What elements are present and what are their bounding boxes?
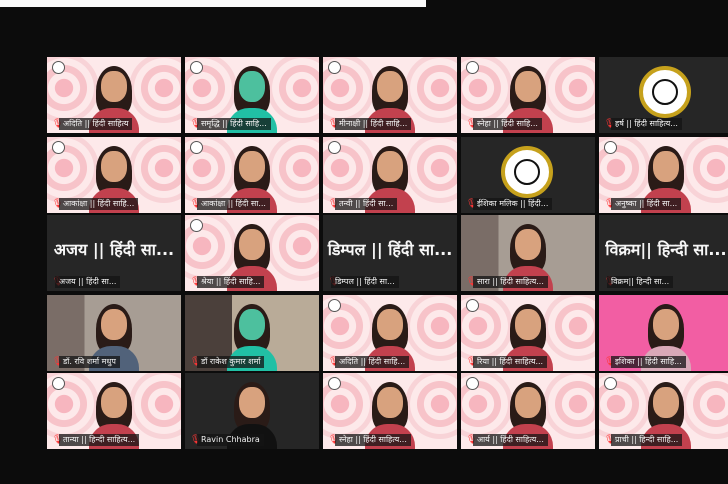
participant-tile[interactable]: 🎙 स्नेहा || हिंदी साहि...	[461, 57, 595, 133]
red-muted-mic-icon: 🎙	[466, 277, 478, 287]
participant-tile[interactable]: 🎙 सारा || हिंदी साहित्य...	[461, 215, 595, 291]
participant-tile[interactable]: 🎙 आकांक्षा || हिंदी सा...	[185, 137, 319, 213]
participant-name-label: श्रेया || हिंदी साहि...	[197, 276, 265, 288]
participant-tile[interactable]: 🎙 आकांक्षा || हिंदी साहि...	[47, 137, 181, 213]
participant-name-label: इशिका || हिंदी साहि...	[611, 356, 686, 368]
participant-name-label: डॉ. रवि शर्मा मधुप	[59, 356, 120, 368]
participant-tile[interactable]: 🎙 अनुष्का || हिंदी सा...	[599, 137, 728, 213]
red-muted-mic-icon: 🎙	[190, 435, 202, 445]
hindi-sahitya-logo-icon	[190, 141, 203, 154]
red-muted-mic-icon: 🎙	[328, 435, 340, 445]
participant-tile[interactable]: 🎙 डॉ. रवि शर्मा मधुप	[47, 295, 181, 371]
hindi-sahitya-logo-icon	[466, 377, 479, 390]
participant-tile[interactable]: 🎙 ईशिका मलिक || हिंदी...	[461, 137, 595, 213]
red-muted-mic-icon: 🎙	[190, 277, 202, 287]
participant-tile[interactable]: विक्रम|| हिन्दी सा...🎙विक्रम|| हिन्दी सा…	[599, 215, 728, 291]
red-muted-mic-icon: 🎙	[466, 119, 478, 129]
participant-tile[interactable]: 🎙 समृद्धि || हिंदी साहि...	[185, 57, 319, 133]
participant-tile[interactable]: 🎙 हर्ष || हिंदी साहित्य...	[599, 57, 728, 133]
participant-name-label: आर्य || हिंदी साहित्य...	[473, 434, 548, 446]
participant-tile[interactable]: अजय || हिंदी सा...🎙अजय || हिंदी सा...	[47, 215, 181, 291]
red-muted-mic-icon: 🎙	[466, 435, 478, 445]
hindi-sahitya-logo-icon	[190, 61, 203, 74]
participant-name-label: समृद्धि || हिंदी साहि...	[197, 118, 271, 130]
hindi-sahitya-logo-icon	[501, 146, 553, 198]
participant-name-label: तन्वी || हिंदी सा...	[335, 198, 398, 210]
participant-tile[interactable]: 🎙 Ravin Chhabra	[185, 373, 319, 449]
hindi-sahitya-logo-icon	[52, 61, 65, 74]
participant-display-name: डिम्पल || हिंदी सा...	[327, 240, 453, 259]
red-muted-mic-icon: 🎙	[52, 435, 64, 445]
participant-tile[interactable]: 🎙 रिया || हिंदी साहित्य...	[461, 295, 595, 371]
participant-name-label: आकांक्षा || हिंदी साहि...	[59, 198, 139, 210]
participant-display-name: अजय || हिंदी सा...	[53, 240, 175, 259]
hindi-sahitya-logo-icon	[639, 66, 691, 118]
participant-name-label: प्राची || हिन्दी साहि...	[611, 434, 683, 446]
participant-name-label: स्नेहा || हिंदी साहि...	[473, 118, 542, 130]
participant-name-label: डिम्पल || हिंदी सा...	[331, 276, 399, 288]
participant-tile[interactable]: 🎙 अदिति || हिंदी साहित्य	[47, 57, 181, 133]
participant-name-label: डॉ राकेश कुमार शर्मा	[197, 356, 265, 368]
participant-name-label: ईशिका मलिक || हिंदी...	[473, 198, 553, 210]
participant-tile[interactable]: डिम्पल || हिंदी सा...🎙डिम्पल || हिंदी सा…	[323, 215, 457, 291]
red-muted-mic-icon: 🎙	[604, 119, 616, 129]
hindi-sahitya-logo-icon	[52, 141, 65, 154]
participant-name-label: Ravin Chhabra	[197, 434, 264, 446]
red-muted-mic-icon: 🎙	[604, 435, 616, 445]
hindi-sahitya-logo-icon	[604, 377, 617, 390]
hindi-sahitya-logo-icon	[190, 219, 203, 232]
hindi-sahitya-logo-icon	[466, 299, 479, 312]
participant-tile[interactable]: 🎙 तान्या || हिन्दी साहित्य...	[47, 373, 181, 449]
participant-name-label: विक्रम|| हिन्दी सा...	[607, 276, 674, 288]
participant-name-label: तान्या || हिन्दी साहित्य...	[59, 434, 140, 446]
participant-tile[interactable]: 🎙 श्रेया || हिंदी साहि...	[185, 215, 319, 291]
red-muted-mic-icon: 🎙	[52, 119, 64, 129]
red-muted-mic-icon: 🎙	[604, 357, 616, 367]
participant-name-label: स्नेहा || हिंदी साहित्य...	[335, 434, 411, 446]
red-muted-mic-icon: 🎙	[466, 357, 478, 367]
participant-name-label: सारा || हिंदी साहित्य...	[473, 276, 548, 288]
participant-tile[interactable]: 🎙 डॉ राकेश कुमार शर्मा	[185, 295, 319, 371]
participant-name-label: अदिति || हिंदी साहित्य	[59, 118, 133, 130]
participant-grid: 🎙 अदिति || हिंदी साहित्य 🎙 समृद्धि || हिंदी…	[0, 0, 728, 484]
red-muted-mic-icon: 🎙	[190, 199, 202, 209]
participant-tile[interactable]: 🎙 स्नेहा || हिंदी साहित्य...	[323, 373, 457, 449]
hindi-sahitya-logo-icon	[328, 61, 341, 74]
red-muted-mic-icon: 🎙	[466, 199, 478, 209]
participant-tile[interactable]: 🎙 अदिति || हिंदी साहि...	[323, 295, 457, 371]
red-muted-mic-icon: 🎙	[52, 199, 64, 209]
red-muted-mic-icon: 🎙	[328, 119, 340, 129]
red-muted-mic-icon: 🎙	[52, 357, 64, 367]
participant-tile[interactable]: 🎙 आर्य || हिंदी साहित्य...	[461, 373, 595, 449]
participant-name-label: अजय || हिंदी सा...	[55, 276, 121, 288]
participant-name-label: रिया || हिंदी साहित्य...	[473, 356, 548, 368]
participant-name-label: अदिति || हिंदी साहि...	[335, 356, 410, 368]
participant-tile[interactable]: 🎙 प्राची || हिन्दी साहि...	[599, 373, 728, 449]
red-muted-mic-icon: 🎙	[604, 199, 616, 209]
participant-tile[interactable]: 🎙 मीनाक्षी || हिंदी साहि...	[323, 57, 457, 133]
hindi-sahitya-logo-icon	[328, 377, 341, 390]
hindi-sahitya-logo-icon	[604, 141, 617, 154]
hindi-sahitya-logo-icon	[328, 141, 341, 154]
red-muted-mic-icon: 🎙	[190, 357, 202, 367]
participant-tile[interactable]: 🎙 इशिका || हिंदी साहि...	[599, 295, 728, 371]
hindi-sahitya-logo-icon	[466, 61, 479, 74]
red-muted-mic-icon: 🎙	[328, 199, 340, 209]
hindi-sahitya-logo-icon	[52, 377, 65, 390]
participant-name-label: आकांक्षा || हिंदी सा...	[197, 198, 270, 210]
participant-display-name: विक्रम|| हिन्दी सा...	[605, 240, 727, 259]
red-muted-mic-icon: 🎙	[328, 357, 340, 367]
participant-name-label: मीनाक्षी || हिंदी साहि...	[335, 118, 412, 130]
participant-name-label: अनुष्का || हिंदी सा...	[611, 198, 682, 210]
participant-name-label: हर्ष || हिंदी साहित्य...	[611, 118, 682, 130]
participant-tile[interactable]: 🎙 तन्वी || हिंदी सा...	[323, 137, 457, 213]
hindi-sahitya-logo-icon	[328, 299, 341, 312]
red-muted-mic-icon: 🎙	[190, 119, 202, 129]
